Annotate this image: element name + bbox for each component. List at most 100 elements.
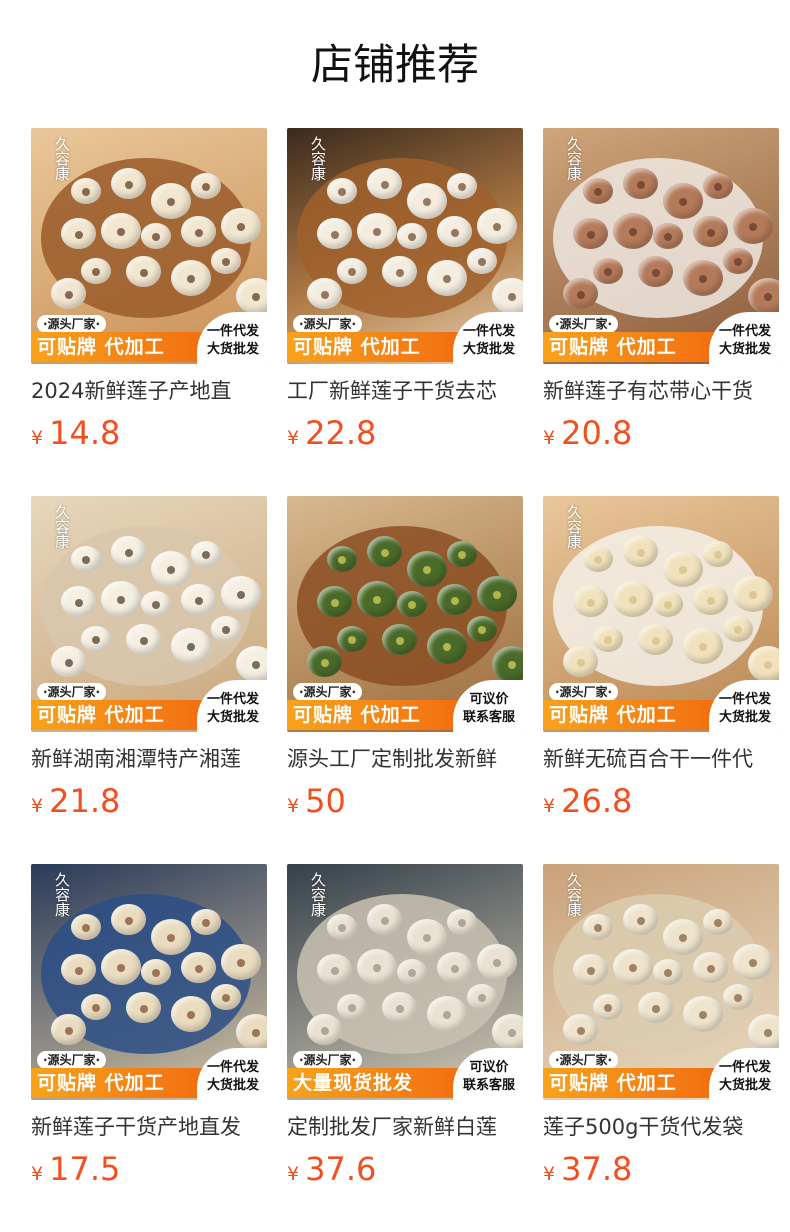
product-seed bbox=[357, 213, 397, 249]
seed-dot bbox=[450, 228, 459, 237]
product-seed bbox=[211, 984, 241, 1010]
product-title[interactable]: 源头工厂定制批发新鲜 bbox=[287, 746, 523, 772]
product-image[interactable]: 久容康 ·源头厂家· 可贴牌 代加工 一件代发 大货批发 bbox=[543, 496, 779, 732]
product-seed bbox=[407, 183, 447, 219]
product-seed bbox=[703, 909, 733, 935]
seed-dot bbox=[594, 556, 602, 564]
product-seed bbox=[317, 218, 352, 249]
product-seed bbox=[397, 591, 427, 617]
seed-dot bbox=[749, 959, 757, 967]
product-title[interactable]: 新鲜莲子有芯带心干货 bbox=[543, 378, 779, 404]
product-seed bbox=[623, 904, 658, 935]
product-image[interactable]: ·源头厂家· 可贴牌 代加工 可议价 联系客服 bbox=[287, 496, 523, 732]
seed-dot bbox=[636, 180, 645, 189]
seed-dot bbox=[152, 969, 160, 977]
seed-dot bbox=[237, 223, 245, 231]
seed-dot bbox=[373, 228, 381, 236]
product-seed bbox=[663, 919, 703, 955]
product-seed bbox=[683, 628, 723, 664]
seed-dot bbox=[604, 636, 612, 644]
product-image[interactable]: 久容康 ·源头厂家· 可贴牌 代加工 一件代发 大货批发 bbox=[543, 128, 779, 364]
product-seed bbox=[221, 576, 261, 612]
product-card[interactable]: 久容康 ·源头厂家· 可贴牌 代加工 一件代发 大货批发 新鲜湖南湘潭特产湘莲 ¥21.8 bbox=[31, 496, 267, 818]
seed-dot bbox=[64, 290, 73, 299]
product-card[interactable]: 久容康 ·源头厂家· 大量现货批发 可议价 联系客服 定制批发厂家新鲜白莲 ¥37.6 bbox=[287, 864, 523, 1188]
product-image[interactable]: 久容康 ·源头厂家· 可贴牌 代加工 一件代发 大货批发 bbox=[31, 864, 267, 1100]
product-seed bbox=[583, 546, 613, 572]
product-image[interactable]: 久容康 ·源头厂家· 可贴牌 代加工 一件代发 大货批发 bbox=[287, 128, 523, 364]
product-seed bbox=[683, 260, 723, 296]
product-seed bbox=[357, 949, 397, 985]
product-seed bbox=[191, 909, 221, 935]
product-seed bbox=[181, 952, 216, 983]
product-card[interactable]: 久容康 ·源头厂家· 可贴牌 代加工 一件代发 大货批发 2024新鲜莲子产地直 ¥14.8 bbox=[31, 128, 267, 450]
seed-dot bbox=[252, 293, 260, 301]
product-seed bbox=[51, 646, 86, 677]
product-seed bbox=[613, 581, 653, 617]
seed-dot bbox=[237, 959, 245, 967]
seed-dot bbox=[706, 228, 715, 237]
product-seed bbox=[613, 949, 653, 985]
seed-dot bbox=[117, 964, 125, 972]
product-card[interactable]: 久容康 ·源头厂家· 可贴牌 代加工 一件代发 大货批发 新鲜莲子有芯带心干货 ¥20.8 bbox=[543, 128, 779, 450]
price-value: 37.6 bbox=[305, 1150, 377, 1188]
service-badge-line: 一件代发 bbox=[206, 324, 259, 339]
product-seed bbox=[81, 626, 111, 652]
product-seed bbox=[126, 624, 161, 655]
seed-dot bbox=[330, 966, 339, 975]
product-card[interactable]: 久容康 ·源头厂家· 可贴牌 代加工 一件代发 大货批发 新鲜莲子干货产地直发 ¥17.5 bbox=[31, 864, 267, 1186]
product-seed bbox=[307, 646, 342, 677]
product-card[interactable]: 久容康 ·源头厂家· 可贴牌 代加工 一件代发 大货批发 工厂新鲜莲子干货去芯 ¥22.8 bbox=[287, 128, 523, 450]
seed-dot bbox=[423, 934, 431, 942]
product-title[interactable]: 定制批发厂家新鲜白莲 bbox=[287, 1114, 523, 1140]
product-title[interactable]: 新鲜湖南湘潭特产湘莲 bbox=[31, 746, 267, 772]
source-factory-tag: ·源头厂家· bbox=[37, 315, 107, 333]
service-badge-line: 可议价 bbox=[469, 1060, 509, 1075]
source-factory-tag: ·源头厂家· bbox=[293, 683, 363, 701]
product-seed bbox=[191, 541, 221, 567]
product-image[interactable]: 久容康 ·源头厂家· 可贴牌 代加工 一件代发 大货批发 bbox=[31, 128, 267, 364]
product-card[interactable]: 久容康 ·源头厂家· 可贴牌 代加工 一件代发 大货批发 莲子500g干货代发袋 ¥37.8 bbox=[543, 864, 779, 1186]
product-seed bbox=[337, 258, 367, 284]
service-badge-line: 可议价 bbox=[469, 692, 509, 707]
seed-dot bbox=[338, 924, 346, 932]
product-seed bbox=[437, 952, 472, 983]
product-seed bbox=[467, 984, 497, 1010]
promo-banner: 可贴牌 代加工 bbox=[31, 1068, 211, 1098]
promo-banner: 可贴牌 代加工 bbox=[287, 332, 467, 362]
product-seed bbox=[61, 954, 96, 985]
product-seed bbox=[623, 536, 658, 567]
brand-logo: 久容康 bbox=[53, 504, 71, 549]
seed-dot bbox=[348, 636, 356, 644]
product-seed bbox=[71, 546, 101, 572]
product-image[interactable]: 久容康 ·源头厂家· 大量现货批发 可议价 联系客服 bbox=[287, 864, 523, 1100]
product-seed bbox=[447, 909, 477, 935]
product-seed bbox=[653, 959, 683, 985]
product-price: ¥20.8 bbox=[543, 416, 779, 456]
product-seed bbox=[307, 1014, 342, 1045]
product-title[interactable]: 莲子500g干货代发袋 bbox=[543, 1114, 779, 1140]
product-title[interactable]: 2024新鲜莲子产地直 bbox=[31, 378, 267, 404]
product-title[interactable]: 新鲜无硫百合干一件代 bbox=[543, 746, 779, 772]
seed-dot bbox=[92, 636, 100, 644]
service-badge-line: 一件代发 bbox=[718, 1060, 771, 1075]
seed-dot bbox=[237, 591, 245, 599]
service-badge-line: 联系客服 bbox=[462, 710, 515, 725]
seed-dot bbox=[576, 658, 585, 667]
product-card[interactable]: 久容康 ·源头厂家· 可贴牌 代加工 一件代发 大货批发 新鲜无硫百合干一件代 ¥26.8 bbox=[543, 496, 779, 818]
seed-dot bbox=[330, 598, 339, 607]
product-image[interactable]: 久容康 ·源头厂家· 可贴牌 代加工 一件代发 大货批发 bbox=[31, 496, 267, 732]
product-image[interactable]: 久容康 ·源头厂家· 可贴牌 代加工 一件代发 大货批发 bbox=[543, 864, 779, 1100]
product-card[interactable]: ·源头厂家· 可贴牌 代加工 可议价 联系客服 源头工厂定制批发新鲜 ¥50 bbox=[287, 496, 523, 818]
product-seed bbox=[181, 584, 216, 615]
service-badge-line: 大货批发 bbox=[462, 342, 515, 357]
promo-banner: 可贴牌 代加工 bbox=[543, 1068, 723, 1098]
product-title[interactable]: 工厂新鲜莲子干货去芯 bbox=[287, 378, 523, 404]
source-factory-tag: ·源头厂家· bbox=[293, 315, 363, 333]
seed-dot bbox=[714, 919, 722, 927]
product-seed bbox=[357, 581, 397, 617]
product-title[interactable]: 新鲜莲子干货产地直发 bbox=[31, 1114, 267, 1140]
seed-dot bbox=[338, 188, 346, 196]
seed-dot bbox=[124, 548, 133, 557]
product-seed bbox=[171, 260, 211, 296]
